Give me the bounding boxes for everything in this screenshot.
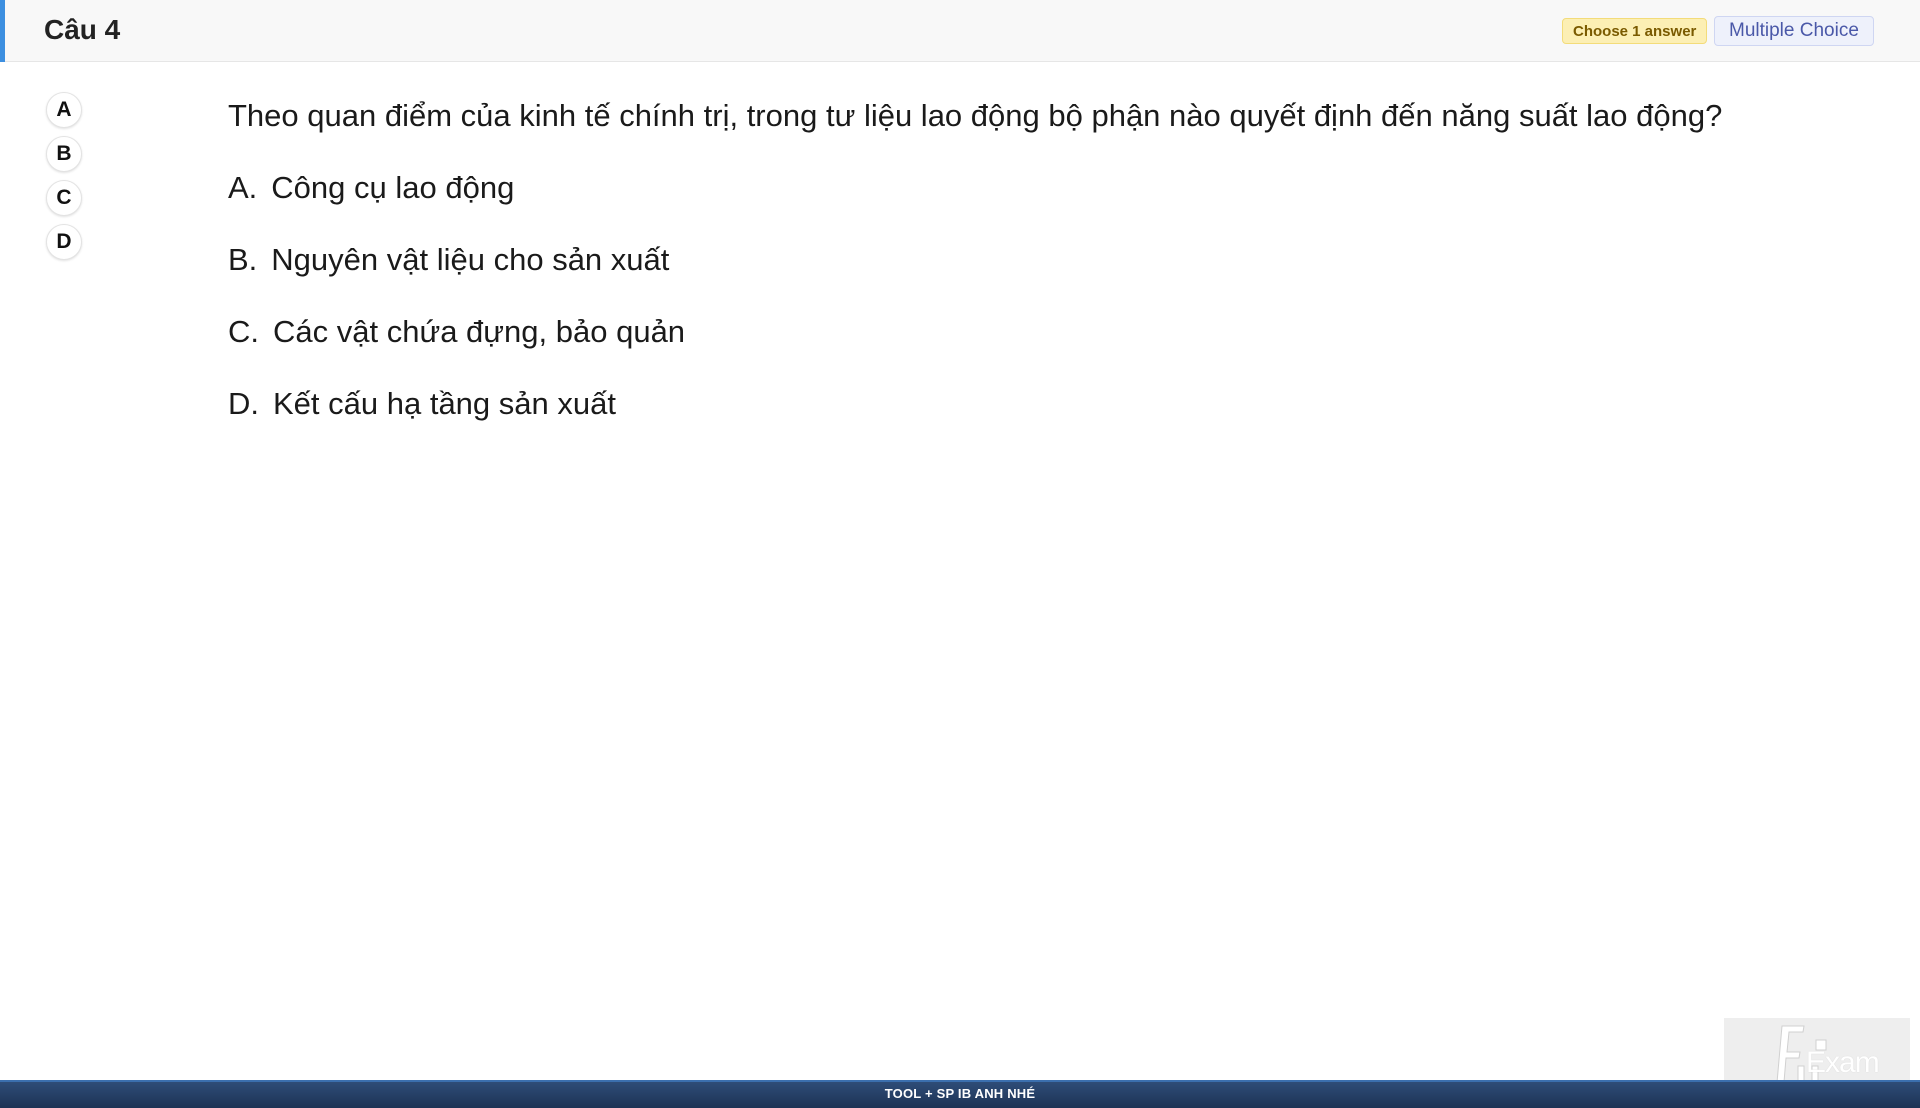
option-letter: C. bbox=[228, 314, 259, 349]
option-letter: A. bbox=[228, 170, 258, 205]
footer-text: TOOL + SP IB ANH NHÉ bbox=[884, 1086, 1036, 1101]
question-type-badge: Multiple Choice bbox=[1714, 16, 1874, 46]
question-title: Câu 4 bbox=[44, 14, 121, 45]
logo-wordmark: Exam bbox=[1806, 1046, 1880, 1079]
option-b: B. Nguyên vật liệu cho sản xuất bbox=[228, 236, 1888, 284]
header-accent-bar bbox=[0, 0, 5, 62]
option-text: Kết cấu hạ tầng sản xuất bbox=[273, 386, 616, 421]
option-a: A. Công cụ lao động bbox=[228, 164, 1888, 212]
answer-button-a[interactable]: A bbox=[46, 92, 82, 128]
option-letter: B. bbox=[228, 242, 258, 277]
option-c: C. Các vật chứa đựng, bảo quản bbox=[228, 308, 1888, 356]
footer-bar: TOOL + SP IB ANH NHÉ bbox=[0, 1080, 1920, 1108]
answer-button-c[interactable]: C bbox=[46, 180, 82, 216]
option-text: Các vật chứa đựng, bảo quản bbox=[273, 314, 686, 349]
question-header: Câu 4 Choose 1 answer Multiple Choice bbox=[0, 0, 1920, 62]
exam-page: Câu 4 Choose 1 answer Multiple Choice A … bbox=[0, 0, 1920, 1108]
option-d: D. Kết cấu hạ tầng sản xuất bbox=[228, 380, 1888, 428]
option-text: Nguyên vật liệu cho sản xuất bbox=[271, 242, 670, 277]
option-text: Công cụ lao động bbox=[271, 170, 515, 205]
choose-count-badge: Choose 1 answer bbox=[1562, 18, 1708, 44]
answer-button-d[interactable]: D bbox=[46, 224, 82, 260]
answer-button-b[interactable]: B bbox=[46, 136, 82, 172]
option-letter: D. bbox=[228, 386, 259, 421]
question-content: Theo quan điểm của kinh tế chính trị, tr… bbox=[228, 92, 1888, 452]
answer-selector-group: A B C D bbox=[46, 92, 86, 268]
question-text: Theo quan điểm của kinh tế chính trị, tr… bbox=[228, 98, 1723, 133]
